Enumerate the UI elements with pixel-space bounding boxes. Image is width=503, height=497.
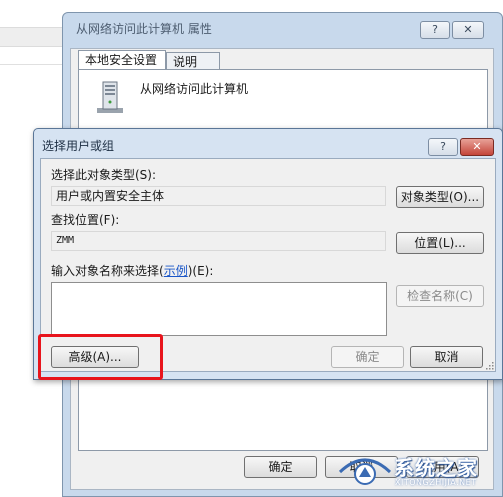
select-users-dialog-title: 选择用户或组 (42, 139, 115, 153)
tab-explain[interactable]: 说明 (166, 52, 220, 70)
properties-ok-button[interactable]: 确定 (244, 456, 317, 478)
properties-dialog-title: 从网络访问此计算机 属性 (76, 22, 212, 36)
object-names-input[interactable] (51, 282, 387, 336)
select-users-ok-button[interactable]: 确定 (331, 346, 404, 368)
select-users-help-button[interactable]: ? (428, 138, 458, 156)
object-types-button[interactable]: 对象类型(O)... (396, 186, 484, 208)
object-type-field: 用户或内置安全主体 (51, 186, 386, 206)
background-divider (0, 64, 62, 65)
server-icon (97, 81, 123, 113)
select-users-close-button[interactable]: ✕ (460, 138, 494, 156)
enter-object-names-label: 输入对象名称来选择(示例)(E): (51, 262, 213, 279)
watermark-url: XITONGZHIJIA.NET (395, 478, 477, 487)
object-type-label: 选择此对象类型(S): (51, 168, 157, 182)
enter-names-label-suffix: )(E): (187, 264, 214, 278)
location-label: 查找位置(F): (51, 213, 120, 227)
locations-button[interactable]: 位置(L)... (396, 232, 484, 254)
examples-link[interactable]: 示例 (164, 264, 188, 278)
properties-help-button[interactable]: ? (420, 21, 450, 39)
policy-name: 从网络访问此计算机 (140, 82, 249, 96)
select-users-cancel-button[interactable]: 取消 (410, 346, 483, 368)
watermark-text: 系统之家 (394, 456, 478, 480)
background-toolbar-strip (0, 27, 62, 47)
resize-grip-icon[interactable] (484, 360, 494, 370)
tab-local-security-setting[interactable]: 本地安全设置 (78, 50, 166, 70)
advanced-button-highlight (38, 334, 163, 380)
watermark-logo-icon (338, 458, 392, 485)
location-field: ZMM (51, 231, 386, 251)
properties-close-button[interactable]: ✕ (452, 21, 484, 39)
enter-names-label-prefix: 输入对象名称来选择( (51, 264, 164, 278)
check-names-button[interactable]: 检查名称(C) (396, 285, 484, 307)
